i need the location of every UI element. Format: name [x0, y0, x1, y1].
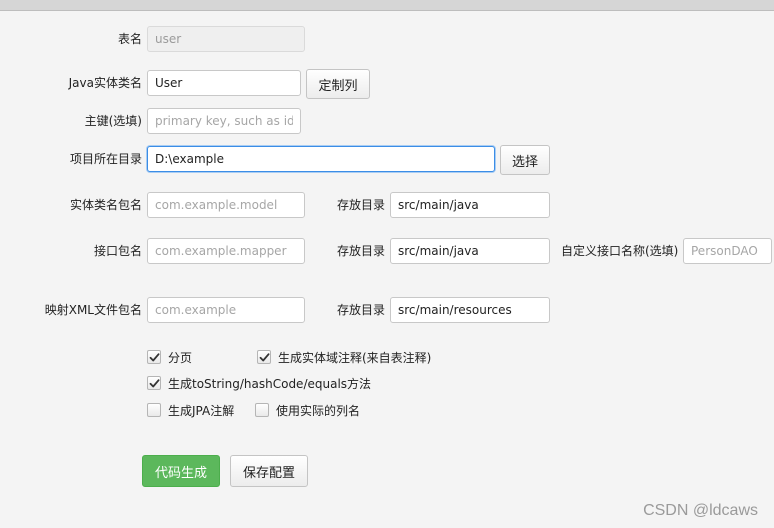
- option-label: 生成toString/hashCode/equals方法: [168, 376, 372, 391]
- option-label: 生成实体域注释(来自表注释): [278, 350, 432, 365]
- xml-package-input[interactable]: [147, 297, 305, 323]
- option-label: 分页: [168, 350, 193, 365]
- checkmark-icon: [149, 352, 159, 361]
- checkmark-icon: [149, 378, 159, 387]
- mapper-dir-input[interactable]: [390, 238, 550, 264]
- primary-key-label: 主键(选填): [84, 114, 142, 128]
- project-dir-input[interactable]: [147, 146, 495, 172]
- save-config-button[interactable]: 保存配置: [230, 455, 308, 487]
- checkbox-icon[interactable]: [147, 403, 161, 417]
- option-entity-comment[interactable]: 生成实体域注释(来自表注释): [257, 348, 431, 366]
- entity-class-input[interactable]: [147, 70, 301, 96]
- project-dir-label: 项目所在目录: [69, 152, 142, 166]
- option-jpa-annotation[interactable]: 生成JPA注解: [147, 401, 234, 419]
- option-tostring-hashcode-equals[interactable]: 生成toString/hashCode/equals方法: [147, 374, 371, 392]
- checkbox-icon[interactable]: [147, 376, 161, 390]
- custom-interface-input[interactable]: [683, 238, 772, 264]
- entity-class-label: Java实体类名: [68, 76, 142, 90]
- primary-key-input[interactable]: [147, 108, 301, 134]
- mapper-package-input[interactable]: [147, 238, 305, 264]
- mapper-package-label: 接口包名: [93, 244, 142, 258]
- option-actual-column-names[interactable]: 使用实际的列名: [255, 401, 360, 419]
- checkbox-icon[interactable]: [147, 350, 161, 364]
- window-top-bar: [0, 0, 774, 11]
- checkmark-icon: [259, 352, 269, 361]
- entity-package-label: 实体类名包名: [69, 198, 142, 212]
- custom-interface-label: 自定义接口名称(选填): [561, 244, 679, 258]
- generate-code-button[interactable]: 代码生成: [142, 455, 220, 487]
- option-pagination[interactable]: 分页: [147, 348, 192, 366]
- choose-dir-button[interactable]: 选择: [500, 145, 550, 175]
- entity-dir-label: 存放目录: [337, 198, 386, 212]
- customize-columns-button[interactable]: 定制列: [306, 69, 370, 99]
- table-name-input: [147, 26, 305, 52]
- option-label: 使用实际的列名: [276, 403, 361, 418]
- entity-dir-input[interactable]: [390, 192, 550, 218]
- xml-dir-label: 存放目录: [337, 303, 386, 317]
- checkbox-icon[interactable]: [255, 403, 269, 417]
- watermark: CSDN @ldcaws: [643, 502, 758, 519]
- xml-dir-input[interactable]: [390, 297, 550, 323]
- entity-package-input[interactable]: [147, 192, 305, 218]
- option-label: 生成JPA注解: [168, 403, 235, 418]
- table-name-label: 表名: [117, 32, 142, 46]
- mapper-dir-label: 存放目录: [337, 244, 386, 258]
- checkbox-icon[interactable]: [257, 350, 271, 364]
- xml-package-label: 映射XML文件包名: [44, 303, 142, 317]
